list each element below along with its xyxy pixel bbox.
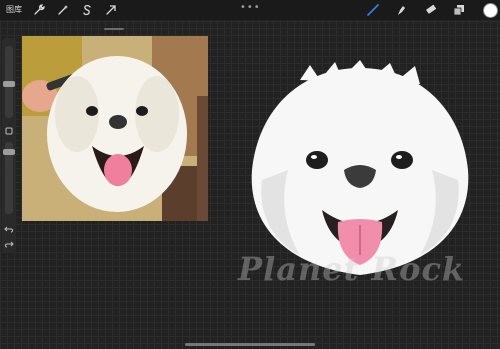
undo-icon[interactable] xyxy=(4,224,14,234)
gallery-button[interactable]: 图库 xyxy=(6,4,22,15)
layers-icon[interactable] xyxy=(452,3,466,17)
reference-window-handle[interactable] xyxy=(104,28,124,30)
home-indicator[interactable] xyxy=(185,343,315,346)
selection-s-icon[interactable] xyxy=(80,3,94,17)
transform-arrow-icon[interactable] xyxy=(104,3,118,17)
brush-icon[interactable] xyxy=(366,3,380,17)
color-picker-button[interactable] xyxy=(483,3,498,18)
top-toolbar: 图库 ••• xyxy=(0,0,500,20)
magic-wand-icon[interactable] xyxy=(56,3,70,17)
wrench-icon[interactable] xyxy=(32,3,46,17)
reference-photo[interactable] xyxy=(22,36,208,221)
left-sidebar xyxy=(2,38,16,253)
redo-icon[interactable] xyxy=(4,239,14,249)
opacity-thumb[interactable] xyxy=(3,149,15,155)
brush-size-thumb[interactable] xyxy=(3,81,15,87)
opacity-slider[interactable] xyxy=(3,142,15,214)
smudge-icon[interactable] xyxy=(394,3,408,17)
brush-size-slider[interactable] xyxy=(3,46,15,118)
watermark-text: Planet Rock xyxy=(238,250,466,288)
square-modify-icon[interactable] xyxy=(4,126,14,136)
more-options-icon[interactable]: ••• xyxy=(240,2,261,13)
eraser-icon[interactable] xyxy=(424,3,438,17)
